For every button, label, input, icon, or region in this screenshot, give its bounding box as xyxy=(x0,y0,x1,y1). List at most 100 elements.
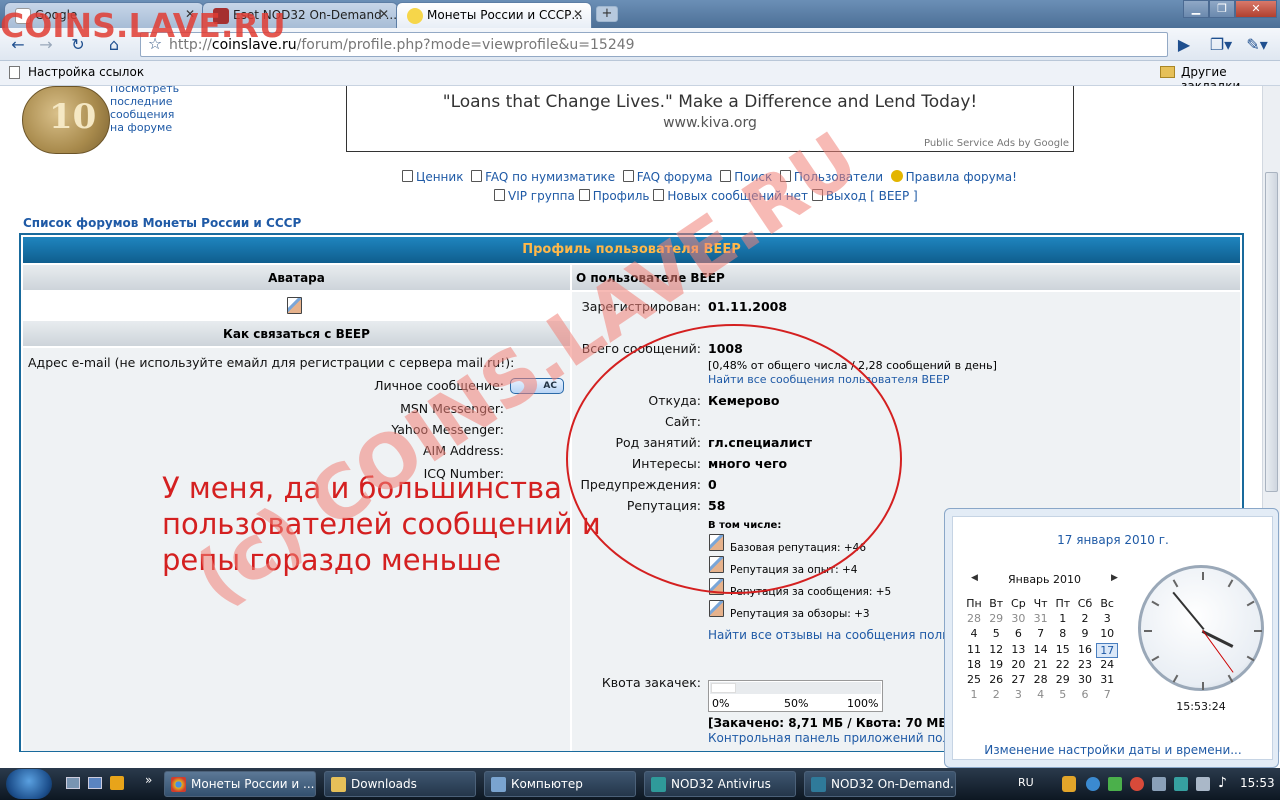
nod32-icon xyxy=(651,777,666,792)
calendar-day[interactable]: 17 xyxy=(1096,642,1119,658)
calendar-day[interactable]: 3 xyxy=(1096,612,1118,625)
calendar-day[interactable]: 19 xyxy=(985,658,1007,671)
calendar-day[interactable]: 20 xyxy=(1007,658,1029,671)
start-button[interactable] xyxy=(6,769,52,799)
calendar-day[interactable]: 21 xyxy=(1030,658,1052,671)
clock-tick xyxy=(1202,682,1204,690)
calendar-day[interactable]: 28 xyxy=(963,612,985,625)
calendar-day[interactable]: 13 xyxy=(1007,643,1029,656)
calendar-day[interactable]: 31 xyxy=(1030,612,1052,625)
next-month-icon[interactable]: ▶ xyxy=(1111,573,1118,583)
task-nod32[interactable]: NOD32 Antivirus xyxy=(644,771,796,797)
calendar-day[interactable]: 25 xyxy=(963,673,985,686)
find-reviews-link[interactable]: Найти все отзывы на сообщения пользо xyxy=(708,628,963,642)
task-chrome[interactable]: Монеты России и ... xyxy=(164,771,316,797)
task-nod32-ondemand[interactable]: NOD32 On-Demand... xyxy=(804,771,956,797)
tray-app-icon[interactable] xyxy=(1174,777,1188,791)
calendar-day[interactable]: 31 xyxy=(1096,673,1118,686)
calendar-day[interactable]: 11 xyxy=(963,643,985,656)
tray-app-icon[interactable] xyxy=(1130,777,1144,791)
menu-faq-numismatics[interactable]: FAQ по нумизматике xyxy=(471,170,615,184)
language-indicator[interactable]: RU xyxy=(1018,776,1034,789)
calendar-day[interactable]: 16 xyxy=(1074,643,1096,656)
tray-app-icon[interactable] xyxy=(1108,777,1122,791)
calendar-day[interactable]: 22 xyxy=(1052,658,1074,671)
switch-windows-icon[interactable] xyxy=(88,777,102,789)
calendar-day[interactable]: 4 xyxy=(963,627,985,640)
calendar-day[interactable]: 29 xyxy=(1052,673,1074,686)
calendar-day[interactable]: 30 xyxy=(1007,612,1029,625)
show-desktop-icon[interactable] xyxy=(66,777,80,789)
menu-profile[interactable]: Профиль xyxy=(578,189,650,203)
menu-vip[interactable]: VIP группа xyxy=(494,189,575,203)
clock-tick xyxy=(1144,630,1152,632)
calendar-day[interactable]: 14 xyxy=(1030,643,1052,656)
breadcrumb[interactable]: Список форумов Монеты России и СССР xyxy=(23,216,301,230)
calendar-day[interactable]: 27 xyxy=(1007,673,1029,686)
ad-banner[interactable]: "Loans that Change Lives." Make a Differ… xyxy=(346,86,1074,152)
wrench-menu-icon[interactable]: ✎▾ xyxy=(1242,34,1272,56)
calendar-date-heading[interactable]: 17 января 2010 г. xyxy=(953,533,1273,547)
calendar-day[interactable]: 5 xyxy=(1052,688,1074,701)
task-downloads[interactable]: Downloads xyxy=(324,771,476,797)
go-icon[interactable]: ▶ xyxy=(1172,34,1196,56)
calendar-day[interactable]: 2 xyxy=(985,688,1007,701)
clock-tick xyxy=(1227,674,1234,683)
quicklaunch-more-icon[interactable]: » xyxy=(145,773,152,787)
calendar-day[interactable]: 6 xyxy=(1007,627,1029,640)
page-menu-icon[interactable]: ❐▾ xyxy=(1206,34,1236,56)
network-icon[interactable] xyxy=(1196,777,1210,791)
taskbar-clock[interactable]: 15:53 xyxy=(1240,776,1275,790)
calendar-day[interactable]: 12 xyxy=(985,643,1007,656)
calendar-day[interactable]: 3 xyxy=(1007,688,1029,701)
bookmark-setup-link[interactable]: Настройка ссылок xyxy=(28,65,144,79)
tray-app-icon[interactable] xyxy=(1152,777,1166,791)
calendar-day[interactable]: 26 xyxy=(985,673,1007,686)
calendar-day[interactable]: 10 xyxy=(1096,627,1118,640)
calendar-day[interactable]: 30 xyxy=(1074,673,1096,686)
quota-marker xyxy=(711,683,736,693)
list-icon xyxy=(494,189,505,201)
media-player-icon[interactable] xyxy=(110,776,124,790)
calendar-day[interactable]: 4 xyxy=(1030,688,1052,701)
task-computer[interactable]: Компьютер xyxy=(484,771,636,797)
menu-faq-forum[interactable]: FAQ форума xyxy=(622,170,713,184)
calendar-day[interactable]: 24 xyxy=(1096,658,1118,671)
calendar-day[interactable]: 7 xyxy=(1030,627,1052,640)
calendar-day[interactable]: 28 xyxy=(1030,673,1052,686)
calendar-day[interactable]: 2 xyxy=(1074,612,1096,625)
new-tab-button[interactable]: + xyxy=(596,6,618,22)
clock-tick xyxy=(1202,572,1204,580)
calendar-day[interactable]: 18 xyxy=(963,658,985,671)
calendar-day[interactable]: 8 xyxy=(1052,627,1074,640)
second-hand xyxy=(1202,630,1234,673)
prev-month-icon[interactable]: ◀ xyxy=(971,573,978,583)
volume-icon[interactable]: ♪ xyxy=(1218,775,1227,791)
tray-app-icon[interactable] xyxy=(1086,777,1100,791)
date-settings-link[interactable]: Изменение настройки даты и времени... xyxy=(953,743,1273,757)
menu-price[interactable]: Ценник xyxy=(402,170,463,184)
calendar-day[interactable]: 9 xyxy=(1074,627,1096,640)
close-tab-icon[interactable]: ✕ xyxy=(379,7,389,21)
close-tab-icon[interactable]: ✕ xyxy=(573,7,583,21)
recent-posts-link[interactable]: Посмотреть последние сообщения на форуме xyxy=(110,86,190,134)
maximize-button[interactable]: ❐ xyxy=(1209,0,1235,18)
scrollbar-thumb[interactable] xyxy=(1265,172,1278,492)
calendar-day[interactable]: 1 xyxy=(963,688,985,701)
menu-rules[interactable]: Правила форума! xyxy=(890,170,1017,184)
calendar-day[interactable]: 1 xyxy=(1052,612,1074,625)
calendar-day[interactable]: 6 xyxy=(1074,688,1096,701)
calendar-day[interactable]: 23 xyxy=(1074,658,1096,671)
address-bar[interactable]: ☆ http://coinslave.ru/forum/profile.php?m… xyxy=(140,32,1168,57)
calendar-day[interactable]: 7 xyxy=(1096,688,1118,701)
calendar-day[interactable]: 29 xyxy=(985,612,1007,625)
tab-coins[interactable]: Монеты России и СССР... ✕ xyxy=(396,2,592,28)
calendar-month[interactable]: Январь 2010 xyxy=(1008,573,1081,586)
calendar-day[interactable]: 15 xyxy=(1052,643,1074,656)
coin-logo[interactable]: 10 xyxy=(22,86,110,154)
minimize-button[interactable]: ▁ xyxy=(1183,0,1209,18)
shield-icon[interactable] xyxy=(1062,776,1076,792)
calendar-day[interactable]: 5 xyxy=(985,627,1007,640)
apps-panel-link[interactable]: Контрольная панель приложений польз xyxy=(708,731,964,745)
close-window-button[interactable]: ✕ xyxy=(1235,0,1277,18)
